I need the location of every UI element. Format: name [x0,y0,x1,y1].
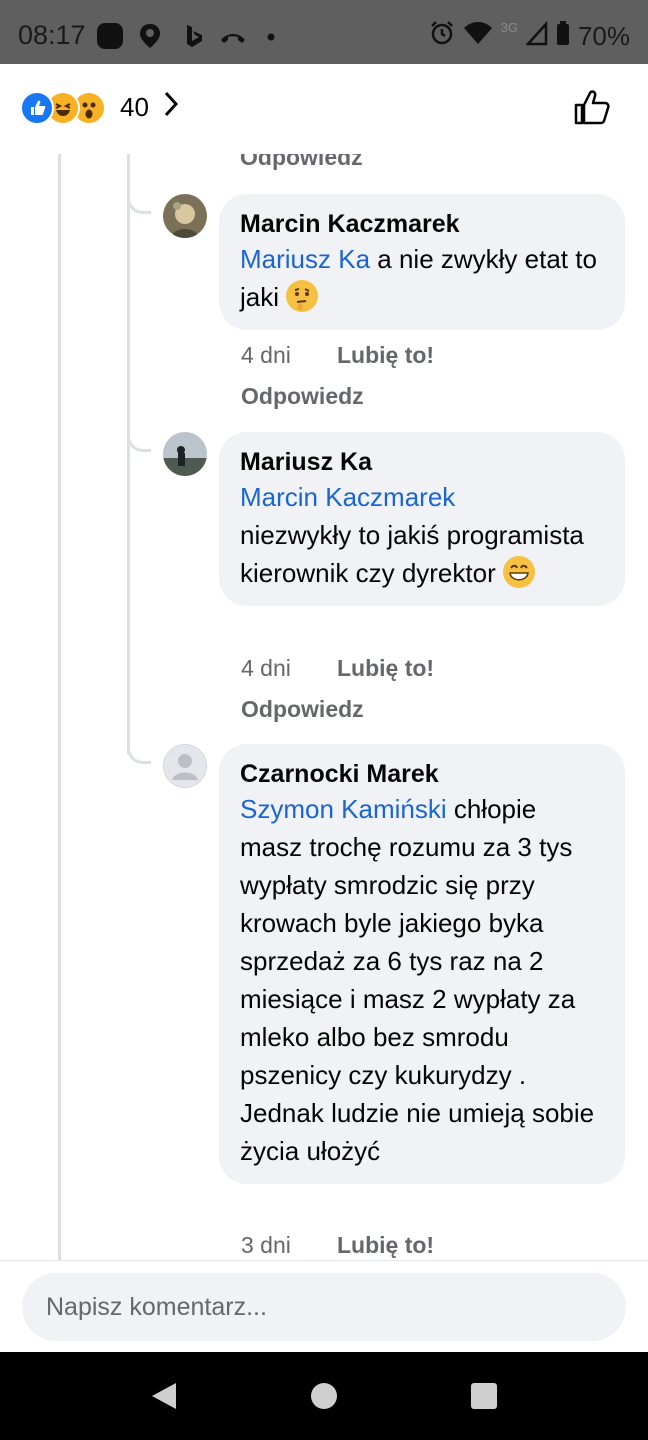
alarm-icon [429,20,455,53]
avatar[interactable] [163,432,207,476]
chevron-right-icon [163,90,179,125]
like-comment-button[interactable]: Lubię to! [337,655,434,681]
comment-author[interactable]: Czarnocki Marek [240,758,605,790]
dot-icon [266,22,276,50]
system-nav-bar [0,1352,648,1440]
thumbs-up-icon[interactable] [572,88,612,128]
mention-link[interactable]: Marcin Kaczmarek [240,482,455,512]
comment-text: Szymon Kamiński chłopie masz trochę rozu… [240,790,605,1170]
missed-call-icon [218,22,248,50]
comment-author[interactable]: Marcin Kaczmarek [240,208,605,240]
comment-actions: 4 dni Lubię to! Odpowiedz [241,655,434,723]
comment-text: Mariusz Ka a nie zwykły etat to jaki [240,240,605,316]
reply-button[interactable]: Odpowiedz [241,383,434,410]
comments-header: 40 [0,64,648,154]
comment-body: chłopie masz trochę rozumu za 3 tys wypł… [240,794,595,1166]
comment-bubble[interactable]: Marcin Kaczmarek Mariusz Ka a nie zwykły… [219,194,625,330]
thinking-face-emoji [286,280,319,312]
reply-button[interactable]: Odpowiedz [241,696,434,723]
comment-actions: 4 dni Lubię to! Odpowiedz [241,342,434,410]
recents-icon[interactable] [468,1380,500,1412]
grinning-face-emoji [502,556,535,588]
like-comment-button[interactable]: Lubię to! [337,342,434,368]
thread-line [58,154,61,1260]
signal-icon [525,20,548,53]
comment-bubble[interactable]: Czarnocki Marek Szymon Kamiński chłopie … [219,744,625,1184]
back-icon[interactable] [148,1380,180,1412]
reply-connector [127,428,151,452]
wifi-icon [463,20,493,53]
location-icon [138,22,162,50]
avatar[interactable] [163,744,207,788]
comment-thread: Odpowiedz Marcin Kaczmarek Mariusz Ka a … [0,154,648,1260]
app-icon [96,22,124,50]
mention-link[interactable]: Szymon Kamiński [240,794,447,824]
comment-author[interactable]: Mariusz Ka [240,446,605,478]
status-bar: 08:17 3G 70% [0,0,648,64]
reply-connector [127,740,151,764]
network-type: 3G [500,20,518,35]
reply-line [127,154,130,754]
bing-icon [182,22,204,50]
status-right-group: 3G 70% [429,20,630,53]
reply-button[interactable]: Odpowiedz [240,154,363,171]
comment-bubble[interactable]: Mariusz Ka Marcin Kaczmarek niezwykły to… [219,432,625,606]
comment-actions: 3 dni Lubię to! [241,1232,434,1259]
reaction-count: 40 [120,92,149,122]
comment-age[interactable]: 4 dni [241,342,337,369]
reactions-summary[interactable]: 40 [20,90,179,125]
like-comment-button[interactable]: Lubię to! [337,1232,434,1258]
comment-input[interactable]: Napisz komentarz... [22,1273,626,1341]
comment-text: Marcin Kaczmarek niezwykły to jakiś prog… [240,478,605,592]
status-time: 08:17 [18,20,86,50]
mention-link[interactable]: Mariusz Ka [240,244,370,274]
like-reaction-icon [20,90,54,125]
comment-age[interactable]: 4 dni [241,655,337,682]
home-icon[interactable] [308,1380,340,1412]
battery-icon [556,20,570,53]
comment-age[interactable]: 3 dni [241,1232,337,1259]
comment-composer: Napisz komentarz... [0,1260,648,1352]
reply-connector [127,190,151,214]
avatar[interactable] [163,194,207,238]
battery-percent: 70% [577,21,630,51]
